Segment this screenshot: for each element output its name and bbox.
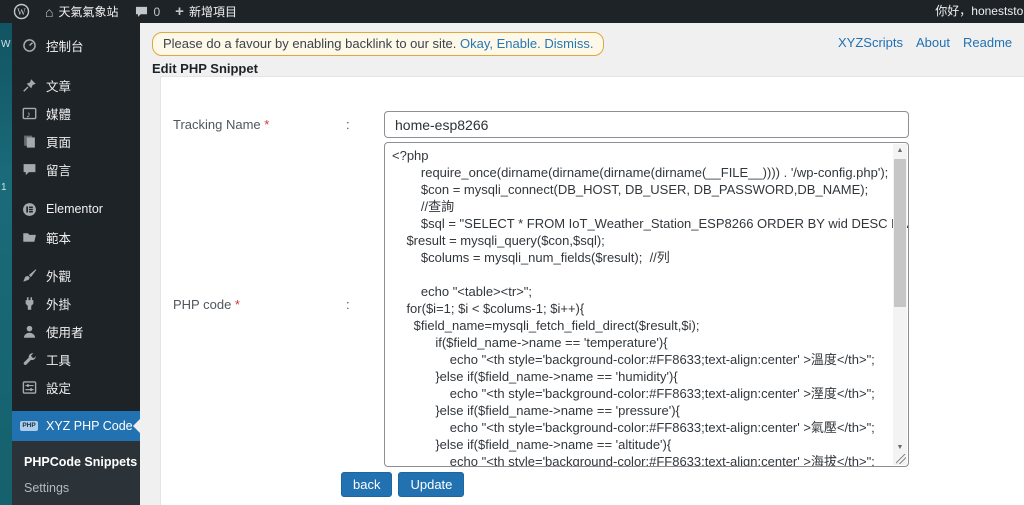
background-edge-text: 1: [1, 182, 7, 193]
scrollbar-down-arrow[interactable]: ▼: [893, 441, 907, 454]
php-code-row: PHP code * : <?php require_once(dirname(…: [161, 142, 1024, 467]
backlink-notice: Please do a favour by enabling backlink …: [152, 32, 605, 56]
sidebar-item-appearance[interactable]: 外觀: [12, 261, 140, 289]
page-title: Edit PHP Snippet: [152, 61, 258, 76]
brush-icon: [21, 267, 37, 283]
sidebar-item-settings[interactable]: 設定: [12, 373, 140, 401]
sidebar-item-dashboard[interactable]: 控制台: [12, 31, 140, 59]
sidebar-item-label: 外掛: [46, 297, 72, 312]
scrollbar-track[interactable]: ▲ ▼: [893, 144, 907, 465]
sidebar-item-label: 媒體: [46, 107, 72, 122]
comment-bubble-icon: [135, 6, 148, 18]
sidebar-item-label: 頁面: [46, 135, 72, 150]
sidebar-item-label: 文章: [46, 79, 72, 94]
submenu-item-settings[interactable]: Settings: [12, 475, 140, 501]
sidebar-item-label: 控制台: [46, 39, 84, 54]
sidebar-item-label: Elementor: [46, 202, 103, 216]
sidebar-item-label: 範本: [46, 231, 72, 246]
admin-bar-greeting[interactable]: 你好，honeststore: [935, 0, 1024, 23]
separator-colon: :: [346, 297, 350, 312]
separator-colon: :: [346, 117, 350, 132]
plus-icon: +: [175, 3, 184, 20]
background-edge-text: W: [1, 39, 11, 50]
edit-snippet-panel: Tracking Name * : PHP code * : <?php req…: [160, 76, 1024, 505]
sidebar-item-pages[interactable]: 頁面: [12, 127, 140, 155]
plugin-icon: [21, 295, 37, 311]
new-item-label: 新增項目: [188, 5, 237, 19]
plugin-header-links: XYZScripts About Readme FAQ Donate: [838, 35, 1024, 50]
sidebar-item-templates[interactable]: 範本: [12, 223, 140, 251]
submenu-item-phpcode-snippets[interactable]: PHPCode Snippets: [12, 449, 140, 475]
pages-icon: [21, 133, 37, 149]
admin-bar-new-item[interactable]: + 新增項目: [175, 0, 237, 23]
media-icon: ♪: [21, 105, 37, 121]
notice-message: Please do a favour by enabling backlink …: [163, 36, 457, 51]
php-code-editor: <?php require_once(dirname(dirname(dirna…: [384, 142, 909, 467]
elementor-icon: [21, 201, 37, 217]
sidebar-item-tools[interactable]: 工具: [12, 345, 140, 373]
home-icon: ⌂: [45, 3, 54, 20]
content-area: XYZScripts About Readme FAQ Donate Pleas…: [140, 23, 1024, 505]
sidebar-item-label: 外觀: [46, 269, 72, 284]
dashboard-icon: [21, 37, 37, 53]
pin-icon: [21, 77, 37, 93]
sidebar-item-label: 設定: [46, 381, 72, 396]
svg-text:W: W: [17, 7, 26, 17]
sidebar-item-comments[interactable]: 留言: [12, 155, 140, 183]
xyz-php-code-submenu: PHPCode Snippets Settings About: [12, 441, 140, 505]
admin-sidebar: 控制台 文章 ♪ 媒體 頁面 留言 Elementor 範本 外觀 外掛 使用者…: [12, 23, 140, 505]
comments-icon: [21, 161, 37, 177]
sidebar-item-label: 使用者: [46, 325, 84, 340]
notice-enable-link[interactable]: Okay, Enable.: [460, 36, 541, 51]
sidebar-item-xyz-php-code[interactable]: PHP XYZ PHP Code: [12, 411, 140, 441]
admin-bar-comments-link[interactable]: 0: [135, 0, 160, 23]
scrollbar-thumb[interactable]: [894, 159, 906, 307]
scrollbar-up-arrow[interactable]: ▲: [893, 144, 907, 157]
wrench-icon: [21, 351, 37, 367]
form-actions: back Update: [341, 472, 1024, 497]
link-xyzscripts[interactable]: XYZScripts: [838, 35, 903, 50]
user-icon: [21, 323, 37, 339]
svg-text:♪: ♪: [26, 109, 31, 120]
php-code-textarea[interactable]: <?php require_once(dirname(dirname(dirna…: [385, 143, 908, 466]
update-button[interactable]: Update: [398, 472, 465, 497]
sidebar-item-media[interactable]: ♪ 媒體: [12, 99, 140, 127]
tracking-name-row: Tracking Name * :: [161, 111, 1024, 138]
submenu-item-about[interactable]: About: [12, 501, 140, 505]
comment-count: 0: [153, 4, 161, 19]
site-name: 天氣氣象站: [58, 5, 119, 19]
sidebar-item-label: 留言: [46, 163, 72, 178]
resize-grip[interactable]: [896, 454, 906, 464]
sidebar-item-users[interactable]: 使用者: [12, 317, 140, 345]
link-readme[interactable]: Readme: [963, 35, 1012, 50]
sidebar-item-plugins[interactable]: 外掛: [12, 289, 140, 317]
link-about[interactable]: About: [916, 35, 950, 50]
background-window-strip: W 1: [0, 0, 12, 505]
sidebar-item-posts[interactable]: 文章: [12, 71, 140, 99]
sidebar-item-elementor[interactable]: Elementor: [12, 195, 140, 223]
back-button[interactable]: back: [341, 472, 393, 497]
settings-icon: [21, 379, 37, 395]
tracking-name-label: Tracking Name *: [173, 117, 270, 132]
admin-bar-site-link[interactable]: ⌂ 天氣氣象站: [45, 0, 118, 23]
folder-icon: [21, 229, 37, 245]
wordpress-admin-screen: W 1 W ⌂ 天氣氣象站 0 + 新增項目 你好，honeststore: [0, 0, 1024, 505]
required-marker: *: [234, 297, 240, 312]
required-marker: *: [264, 117, 270, 132]
sidebar-item-label: XYZ PHP Code: [46, 419, 133, 433]
sidebar-item-label: 工具: [46, 353, 72, 368]
admin-bar: W ⌂ 天氣氣象站 0 + 新增項目 你好，honeststore: [0, 0, 1024, 23]
tracking-name-input[interactable]: [384, 111, 909, 138]
php-code-label: PHP code *: [173, 297, 240, 312]
php-badge-icon: PHP: [20, 418, 38, 434]
notice-dismiss-link[interactable]: Dismiss.: [544, 36, 593, 51]
wordpress-logo-icon[interactable]: W: [13, 0, 30, 23]
